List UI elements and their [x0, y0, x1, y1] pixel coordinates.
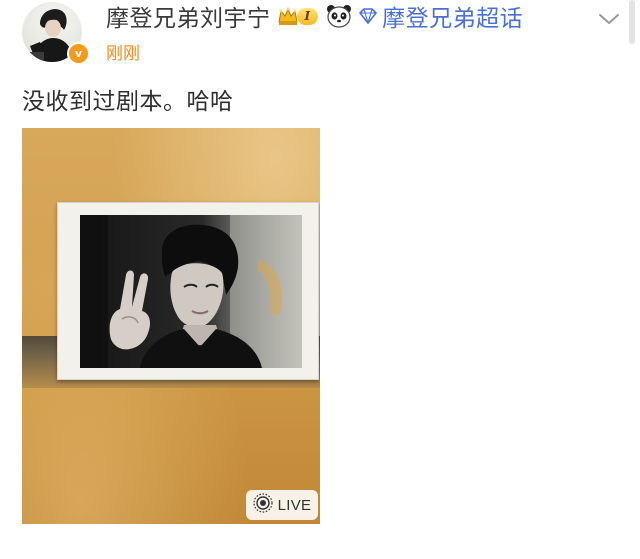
post-header: 摩登兄弟刘宇宁 I 摩登兄弟超话	[106, 0, 523, 33]
panda-icon[interactable]	[326, 4, 352, 28]
post-text: 没收到过剧本。哈哈	[22, 89, 234, 115]
crown-icon[interactable]	[277, 6, 299, 26]
polaroid-picture	[80, 215, 302, 368]
live-photo-icon	[253, 493, 273, 517]
weibo-post: v 摩登兄弟刘宇宁 I 摩登兄弟超话 刚刚 没收到过剧本。哈哈 LIVE	[0, 0, 640, 559]
polaroid-photo	[57, 202, 319, 380]
post-image[interactable]: LIVE	[22, 128, 320, 524]
live-label: LIVE	[277, 496, 312, 514]
chevron-down-icon[interactable]	[596, 10, 622, 28]
scrollbar[interactable]	[629, 0, 635, 44]
supertopic-link[interactable]: 摩登兄弟超话	[382, 0, 523, 33]
verified-badge-icon: v	[67, 42, 90, 65]
username[interactable]: 摩登兄弟刘宇宁	[106, 0, 271, 33]
diamond-icon[interactable]	[358, 8, 378, 24]
live-photo-badge[interactable]: LIVE	[246, 490, 318, 520]
post-timestamp: 刚刚	[106, 44, 140, 64]
level-badge[interactable]: I	[296, 7, 319, 25]
